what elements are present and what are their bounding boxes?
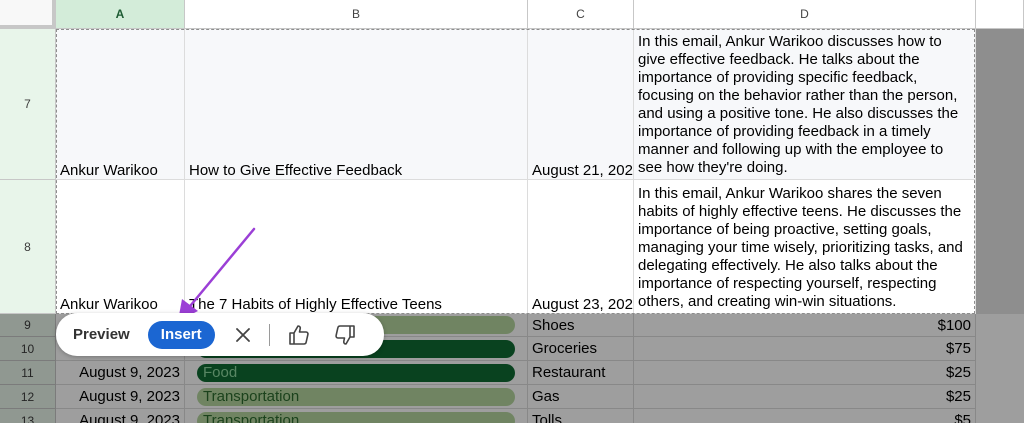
toolbar-divider <box>268 323 270 346</box>
category-chip: Transportation <box>197 388 515 406</box>
thumbs-down-icon[interactable] <box>332 322 358 348</box>
cell-a7-text: Ankur Warikoo <box>60 162 158 179</box>
cell-d10[interactable]: $75 <box>634 337 976 361</box>
column-header-d[interactable]: D <box>634 0 976 29</box>
preview-button[interactable]: Preview <box>73 326 130 343</box>
cell-d10-text: $75 <box>945 340 971 357</box>
cell-b11[interactable]: Food <box>185 361 528 385</box>
category-chip: Transportation <box>197 412 515 423</box>
cell-c12[interactable]: Gas <box>528 385 634 409</box>
column-header-c[interactable]: C <box>528 0 634 29</box>
cell-c11-text: Restaurant <box>532 364 606 381</box>
category-chip: Food <box>197 364 515 382</box>
cell-a8-text: Ankur Warikoo <box>60 296 158 313</box>
insert-button[interactable]: Insert <box>147 320 215 349</box>
close-icon[interactable] <box>233 325 253 345</box>
cell-d8-text: In this email, Ankur Warikoo shares the … <box>638 185 963 310</box>
cell-c10-text: Groceries <box>532 340 598 357</box>
spreadsheet-grid: A B C D 7 Ankur Warikoo How to Give Effe… <box>0 0 1024 423</box>
cell-d7[interactable]: In this email, Ankur Warikoo discusses h… <box>634 29 976 180</box>
cell-b13[interactable]: Transportation <box>185 409 528 423</box>
cell-c9[interactable]: Shoes <box>528 314 634 337</box>
cell-a11-text: August 9, 2023 <box>79 364 180 381</box>
cell-b7[interactable]: How to Give Effective Feedback <box>185 29 528 180</box>
cell-d9-text: $100 <box>937 316 971 334</box>
row-header-8[interactable]: 8 <box>0 180 56 314</box>
cell-a13[interactable]: August 9, 2023 <box>56 409 185 423</box>
column-e-cells <box>976 29 1024 314</box>
cell-c7[interactable]: August 21, 2023 <box>528 29 634 180</box>
cell-a7[interactable]: Ankur Warikoo <box>56 29 185 180</box>
row-header-10[interactable]: 10 <box>0 337 56 361</box>
cell-a11[interactable]: August 9, 2023 <box>56 361 185 385</box>
cell-a12-text: August 9, 2023 <box>79 388 180 405</box>
cell-d11[interactable]: $25 <box>634 361 976 385</box>
row-header-13[interactable]: 13 <box>0 409 56 423</box>
row-header-11[interactable]: 11 <box>0 361 56 385</box>
cell-c12-text: Gas <box>532 388 560 405</box>
cell-b7-text: How to Give Effective Feedback <box>189 162 403 179</box>
cell-c9-text: Shoes <box>532 316 575 334</box>
cell-c8[interactable]: August 23, 2023 <box>528 180 634 314</box>
cell-d13[interactable]: $5 <box>634 409 976 423</box>
cell-c11[interactable]: Restaurant <box>528 361 634 385</box>
cell-d13-text: $5 <box>954 412 971 423</box>
cell-d12-text: $25 <box>945 388 971 405</box>
cell-c7-text: August 21, 2023 <box>532 162 634 179</box>
cell-a13-text: August 9, 2023 <box>79 412 180 423</box>
suggestion-toolbar: Preview Insert <box>56 313 384 356</box>
select-all-corner[interactable] <box>0 0 56 29</box>
cell-d7-text: In this email, Ankur Warikoo discusses h… <box>638 33 959 176</box>
cell-c13[interactable]: Tolls <box>528 409 634 423</box>
annotation-arrow-icon <box>178 227 256 321</box>
cell-d8[interactable]: In this email, Ankur Warikoo shares the … <box>634 180 976 314</box>
cell-a12[interactable]: August 9, 2023 <box>56 385 185 409</box>
row-header-7[interactable]: 7 <box>0 29 56 180</box>
cell-c10[interactable]: Groceries <box>528 337 634 361</box>
row-header-9[interactable]: 9 <box>0 314 56 337</box>
column-header-a[interactable]: A <box>56 0 185 29</box>
cell-c13-text: Tolls <box>532 412 563 423</box>
thumbs-up-icon[interactable] <box>286 322 312 348</box>
cell-d12[interactable]: $25 <box>634 385 976 409</box>
cell-a8[interactable]: Ankur Warikoo <box>56 180 185 314</box>
cell-d11-text: $25 <box>945 364 971 381</box>
cell-d9[interactable]: $100 <box>634 314 976 337</box>
column-header-b[interactable]: B <box>185 0 528 29</box>
cell-b12[interactable]: Transportation <box>185 385 528 409</box>
row-header-12[interactable]: 12 <box>0 385 56 409</box>
cell-c8-text: August 23, 2023 <box>532 296 634 313</box>
column-header-e[interactable] <box>976 0 1024 29</box>
